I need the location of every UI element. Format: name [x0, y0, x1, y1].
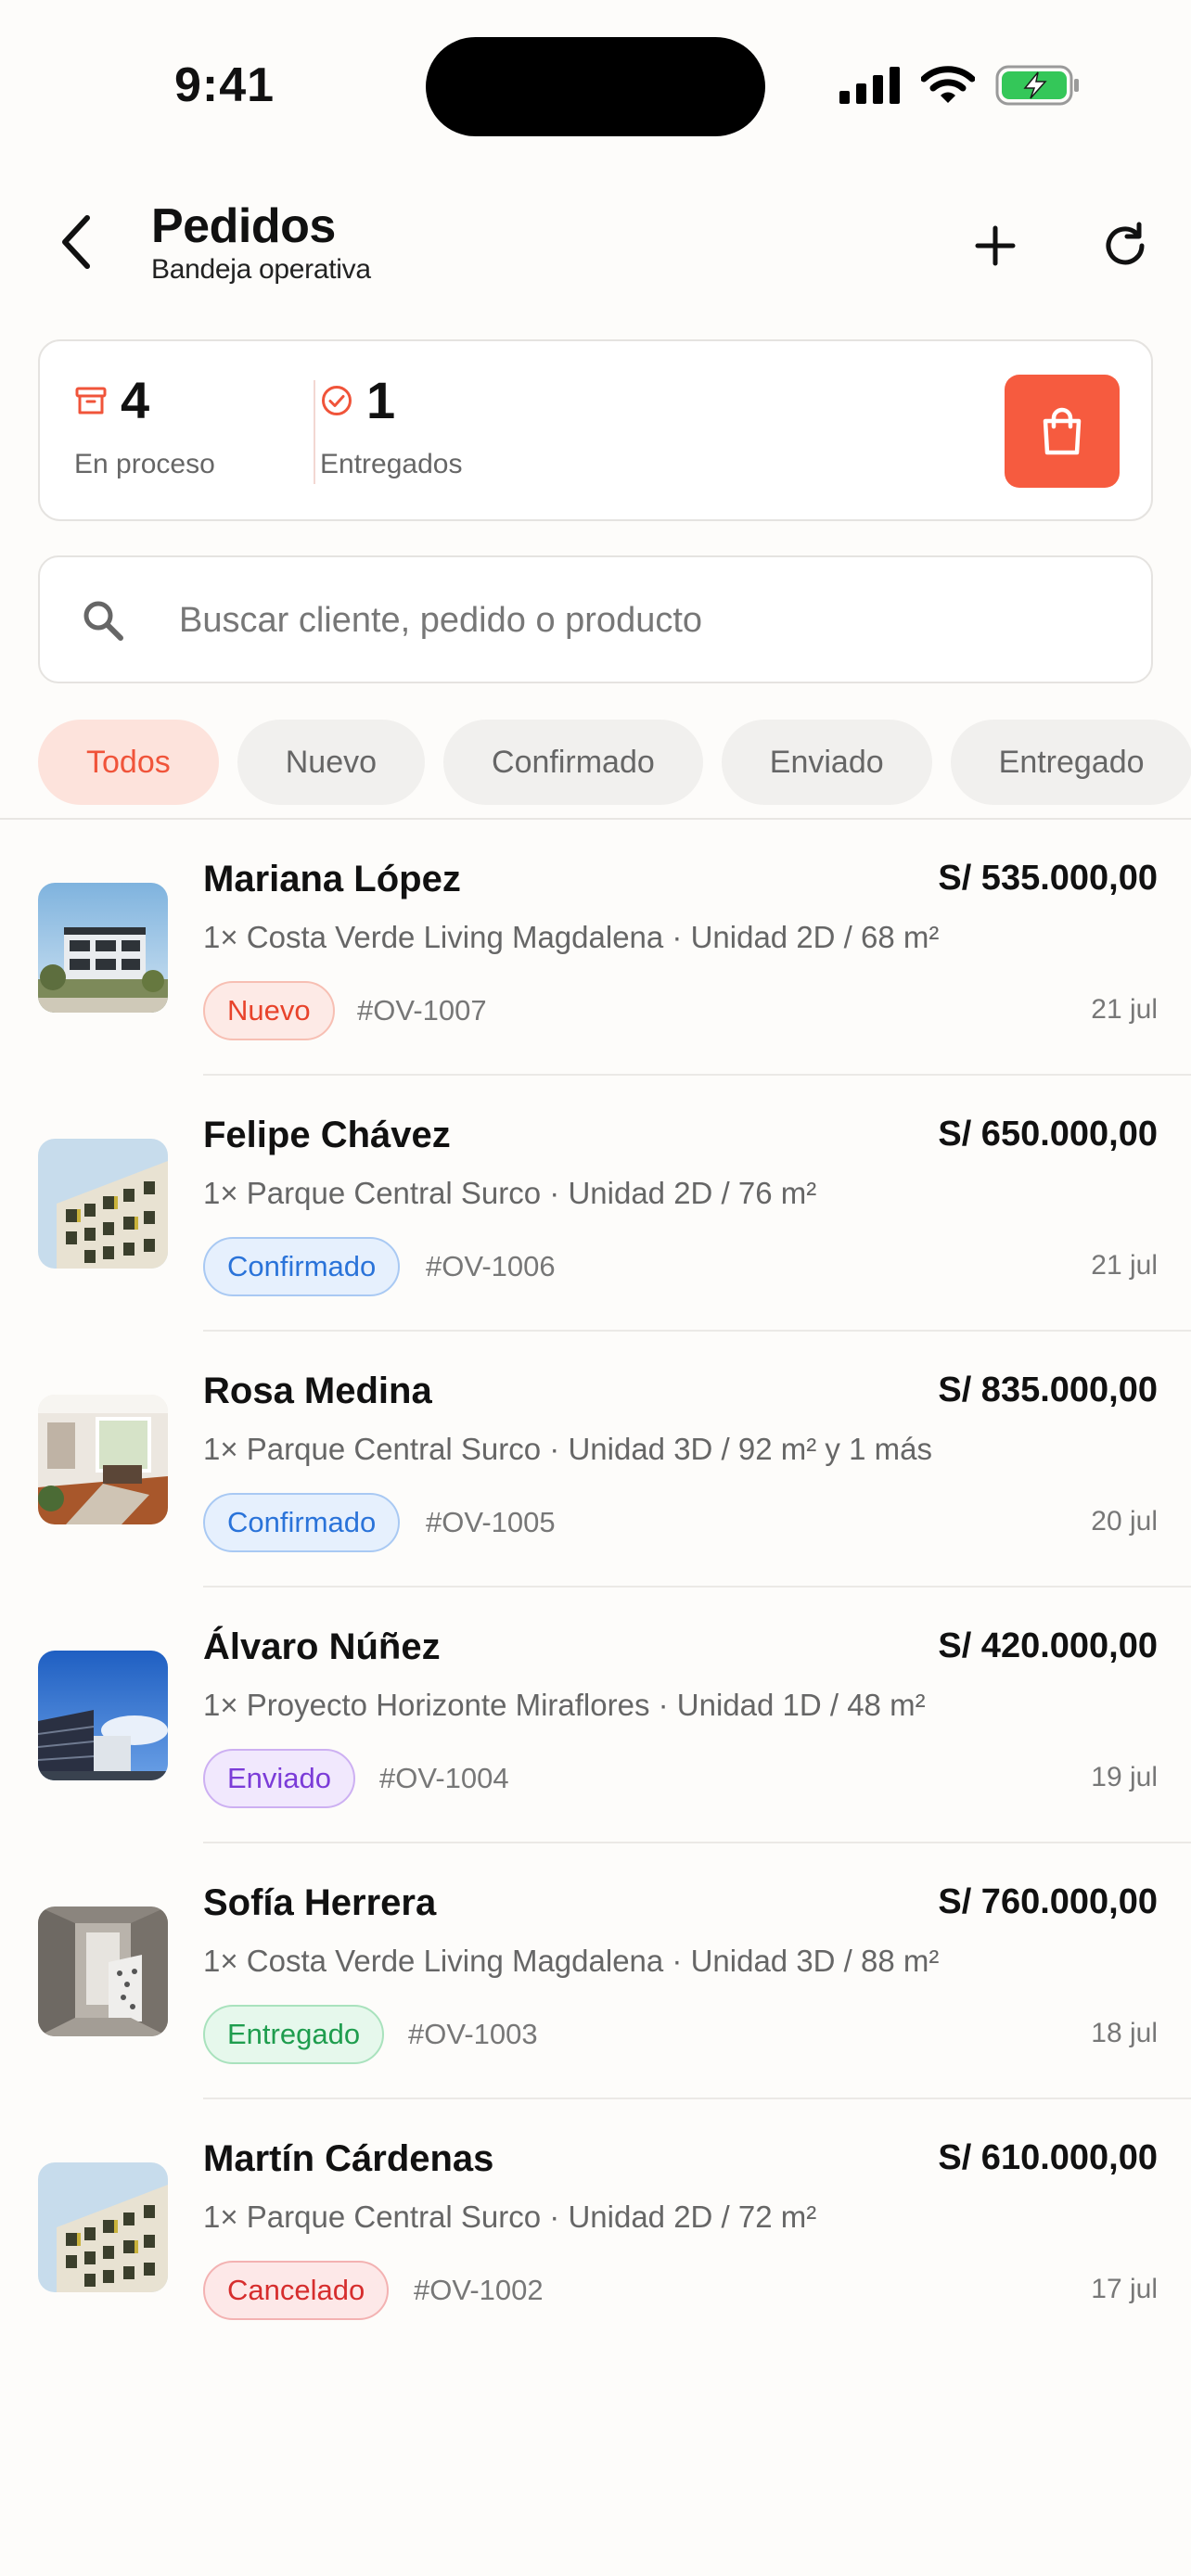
in-process-count: 4 — [121, 371, 150, 429]
order-id: #OV-1007 — [357, 994, 487, 1027]
order-thumbnail — [38, 1395, 168, 1524]
search-icon — [83, 601, 123, 641]
refresh-button[interactable] — [1093, 213, 1158, 278]
archive-icon — [75, 387, 107, 414]
order-id: #OV-1005 — [426, 1506, 556, 1538]
stat-in-process: 4 En proceso — [74, 375, 215, 480]
status-filter-tabs: Todos Nuevo Confirmado Enviado Entregado — [38, 720, 1191, 805]
stats-card: 4 En proceso 1 Entregados — [38, 339, 1153, 521]
order-id: #OV-1004 — [379, 1762, 509, 1794]
order-total: S/ 650.000,00 — [938, 1115, 1158, 1154]
order-total: S/ 420.000,00 — [938, 1626, 1158, 1665]
order-id: #OV-1006 — [426, 1250, 556, 1282]
customer-name: Martín Cárdenas — [203, 2138, 494, 2179]
refresh-icon — [1106, 222, 1145, 265]
signal-icon — [839, 67, 900, 104]
customer-name: Mariana López — [203, 859, 461, 899]
new-sale-button[interactable] — [1005, 375, 1120, 488]
shopping-bag-icon — [1043, 407, 1082, 455]
order-total: S/ 610.000,00 — [938, 2138, 1158, 2177]
order-date: 17 jul — [1091, 2274, 1158, 2304]
back-icon — [62, 215, 90, 269]
order-date: 20 jul — [1091, 1506, 1158, 1537]
back-button[interactable] — [48, 210, 104, 274]
search-box — [38, 555, 1153, 683]
customer-name: Felipe Chávez — [203, 1115, 451, 1155]
delivered-label: Entregados — [320, 449, 463, 479]
status-icons — [839, 63, 1081, 108]
order-row[interactable]: Rosa Medina S/ 835.000,00 1× Parque Cent… — [0, 1332, 1191, 1588]
order-id: #OV-1003 — [408, 2018, 538, 2050]
page-title: Pedidos — [151, 199, 336, 253]
status-badge: Cancelado — [203, 2261, 390, 2320]
stat-delivered: 1 Entregados — [320, 375, 462, 480]
order-id: #OV-1002 — [414, 2274, 544, 2306]
order-date: 21 jul — [1091, 1250, 1158, 1281]
order-row[interactable]: Álvaro Núñez S/ 420.000,00 1× Proyecto H… — [0, 1588, 1191, 1843]
order-items: 1× Costa Verde Living Magdalena · Unidad… — [203, 920, 940, 954]
status-badge: Confirmado — [203, 1493, 401, 1552]
order-thumbnail — [38, 1651, 168, 1780]
filter-chip-enviado[interactable]: Enviado — [721, 720, 932, 805]
status-time: 9:41 — [174, 58, 275, 112]
order-thumbnail — [38, 1139, 168, 1269]
order-items: 1× Costa Verde Living Magdalena · Unidad… — [203, 1944, 940, 1978]
app-header: Pedidos Bandeja operativa — [0, 185, 1191, 306]
order-date: 19 jul — [1091, 1762, 1158, 1792]
status-bar: 9:41 — [0, 0, 1191, 167]
order-row[interactable]: Sofía Herrera S/ 760.000,00 1× Costa Ver… — [0, 1843, 1191, 2099]
status-badge: Confirmado — [203, 1237, 401, 1296]
order-total: S/ 535.000,00 — [938, 859, 1158, 898]
dynamic-island — [426, 37, 765, 136]
order-items: 1× Parque Central Surco · Unidad 2D / 72… — [203, 2200, 817, 2234]
orders-list: Mariana López S/ 535.000,00 1× Costa Ver… — [0, 820, 1191, 2355]
order-row[interactable]: Mariana López S/ 535.000,00 1× Costa Ver… — [0, 820, 1191, 1076]
plus-icon — [975, 225, 1016, 266]
order-items: 1× Parque Central Surco · Unidad 3D / 92… — [203, 1432, 932, 1466]
order-date: 18 jul — [1091, 2018, 1158, 2048]
page-subtitle: Bandeja operativa — [151, 254, 371, 285]
order-thumbnail — [38, 1906, 168, 2036]
customer-name: Rosa Medina — [203, 1371, 432, 1411]
battery-charging-icon — [995, 65, 1079, 106]
customer-name: Álvaro Núñez — [203, 1626, 441, 1667]
in-process-label: En proceso — [74, 449, 215, 479]
order-date: 21 jul — [1091, 994, 1158, 1025]
customer-name: Sofía Herrera — [203, 1882, 437, 1923]
stat-divider — [314, 380, 315, 484]
order-total: S/ 835.000,00 — [938, 1371, 1158, 1409]
add-order-button[interactable] — [963, 213, 1028, 278]
order-thumbnail — [38, 2162, 168, 2292]
filter-chip-nuevo[interactable]: Nuevo — [237, 720, 426, 805]
check-circle-icon — [322, 386, 352, 415]
filter-chip-todos[interactable]: Todos — [38, 720, 219, 805]
filter-chip-confirmado[interactable]: Confirmado — [443, 720, 703, 805]
status-badge: Entregado — [203, 2005, 385, 2064]
delivered-count: 1 — [366, 371, 396, 429]
search-input[interactable] — [179, 591, 1107, 650]
order-items: 1× Proyecto Horizonte Miraflores · Unida… — [203, 1688, 926, 1722]
order-row[interactable]: Felipe Chávez S/ 650.000,00 1× Parque Ce… — [0, 1076, 1191, 1332]
order-items: 1× Parque Central Surco · Unidad 2D / 76… — [203, 1176, 817, 1210]
filter-chip-entregado[interactable]: Entregado — [950, 720, 1191, 805]
wifi-icon — [921, 66, 975, 103]
order-row[interactable]: Martín Cárdenas S/ 610.000,00 1× Parque … — [0, 2099, 1191, 2355]
order-thumbnail — [38, 883, 168, 1013]
status-badge: Enviado — [203, 1749, 356, 1808]
status-badge: Nuevo — [203, 981, 335, 1040]
order-total: S/ 760.000,00 — [938, 1882, 1158, 1921]
